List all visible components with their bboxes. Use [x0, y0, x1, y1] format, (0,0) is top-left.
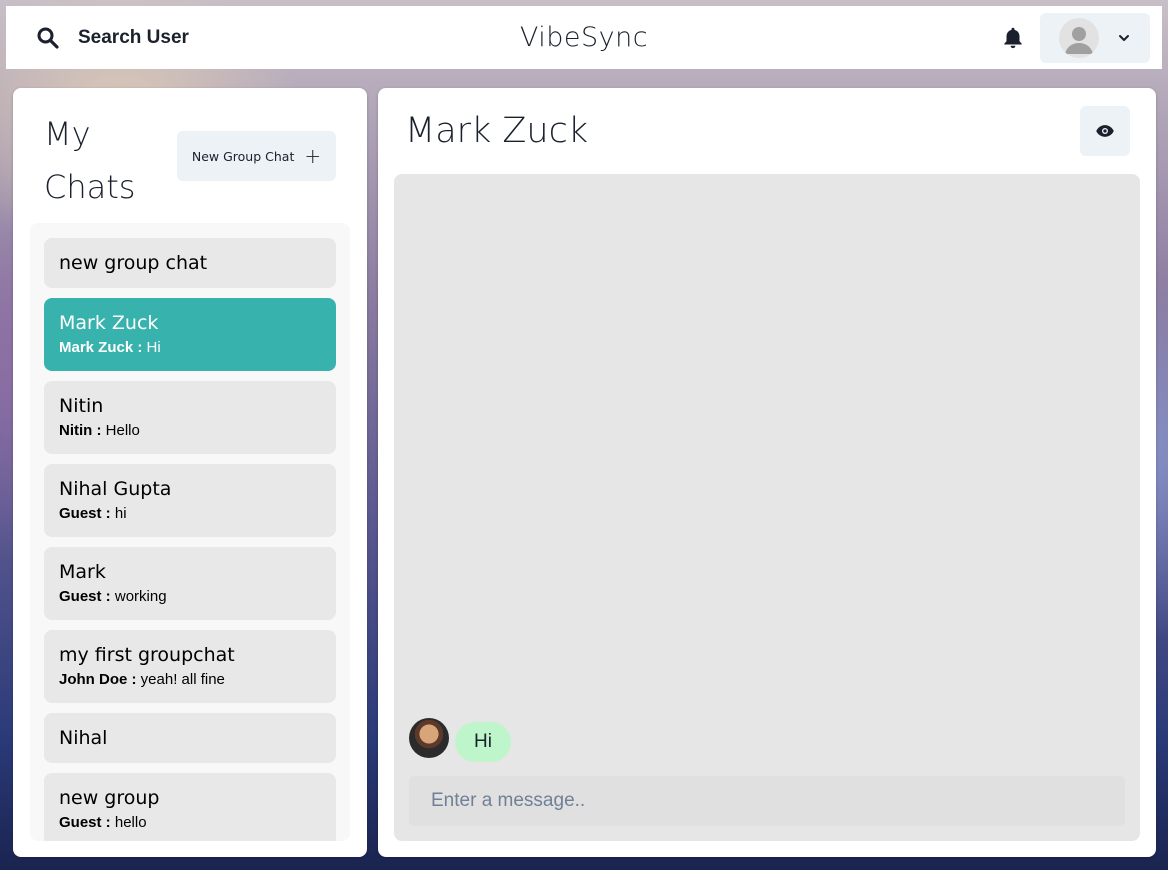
latest-message-text: Hello	[105, 422, 140, 439]
chat-list-item[interactable]: Mark Guest : working	[44, 547, 336, 620]
chat-list-item[interactable]: Nitin Nitin : Hello	[44, 381, 336, 454]
view-profile-button[interactable]	[1080, 106, 1130, 156]
latest-message-text: working	[114, 588, 167, 605]
chat-name: Nihal	[59, 727, 108, 749]
latest-sender: Nitin :	[59, 422, 102, 439]
chat-list-item[interactable]: new group Guest : hello	[44, 773, 336, 841]
latest-message-text: Hi	[146, 339, 161, 356]
latest-message-text: yeah! all fine	[140, 671, 225, 688]
chat-latest-message: Guest : hi	[59, 505, 321, 523]
chat-name: Nihal Gupta	[59, 478, 172, 500]
chat-latest-message: John Doe : yeah! all fine	[59, 671, 321, 689]
chat-list: new group chat Mark Zuck Mark Zuck : Hi Nit…	[44, 238, 336, 841]
chat-title: Mark Zuck	[405, 111, 589, 151]
sender-avatar[interactable]	[409, 718, 449, 758]
chat-list-item[interactable]: Nihal Gupta Guest : hi	[44, 464, 336, 537]
chat-box-panel: Mark Zuck Hi	[378, 88, 1156, 857]
new-group-chat-button[interactable]: New Group Chat +	[177, 131, 336, 181]
chat-name: my first groupchat	[59, 644, 235, 666]
chat-list-item[interactable]: my first groupchat John Doe : yeah! all f…	[44, 630, 336, 703]
latest-message-text: hello	[114, 814, 147, 831]
top-right-controls	[1000, 12, 1150, 63]
latest-sender: Guest :	[59, 588, 111, 605]
new-group-chat-label: New Group Chat	[191, 148, 295, 164]
bell-icon[interactable]	[1000, 25, 1026, 51]
chat-latest-message: Guest : hello	[59, 814, 321, 832]
latest-message-text: hi	[114, 505, 127, 522]
top-navbar: Search User VibeSync	[6, 6, 1162, 69]
chevron-down-icon	[1119, 34, 1129, 41]
chat-latest-message: Guest : working	[59, 588, 321, 606]
plus-icon: +	[304, 144, 322, 168]
latest-sender: Mark Zuck :	[59, 339, 143, 356]
latest-sender: Guest :	[59, 814, 111, 831]
eye-icon	[1096, 125, 1114, 137]
chat-latest-message: Nitin : Hello	[59, 422, 321, 440]
message-input[interactable]	[409, 776, 1125, 826]
user-avatar-icon	[1059, 17, 1099, 58]
latest-sender: John Doe :	[59, 671, 137, 688]
latest-sender: Guest :	[59, 505, 111, 522]
chat-list-item[interactable]: Nihal	[44, 713, 336, 763]
search-user-button[interactable]: Search User	[36, 26, 189, 50]
chat-name: Mark	[59, 561, 106, 583]
search-icon	[37, 27, 59, 49]
message-bubble: Hi	[455, 722, 511, 762]
chat-name: new group	[59, 787, 160, 809]
my-chats-panel: My Chats New Group Chat + new group chat…	[13, 88, 367, 857]
chat-name: Mark Zuck	[59, 312, 159, 334]
my-chats-title: My Chats	[44, 115, 136, 206]
search-user-label: Search User	[78, 26, 189, 48]
profile-menu-button[interactable]	[1040, 12, 1150, 63]
message-row: Hi	[409, 714, 511, 762]
chat-name: Nitin	[59, 395, 104, 417]
chat-latest-message: Mark Zuck : Hi	[59, 339, 321, 357]
chat-name: new group chat	[59, 252, 208, 274]
chat-list-container[interactable]: new group chat Mark Zuck Mark Zuck : Hi Nit…	[30, 223, 350, 841]
chat-list-item[interactable]: Mark Zuck Mark Zuck : Hi	[44, 298, 336, 371]
messages-area[interactable]: Hi	[394, 174, 1140, 841]
chat-list-item[interactable]: new group chat	[44, 238, 336, 288]
